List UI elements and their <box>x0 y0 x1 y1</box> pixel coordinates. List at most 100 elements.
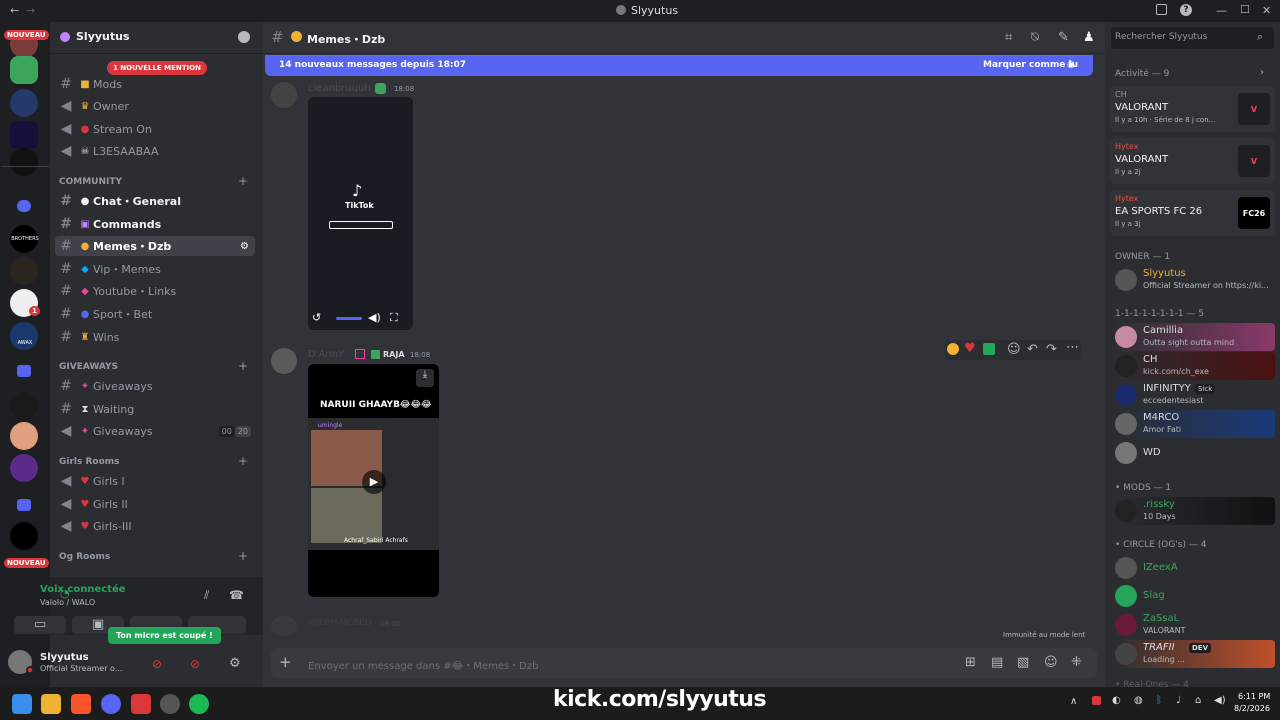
member-row[interactable]: TRAFII DEV Loading ... <box>1113 640 1275 668</box>
reaction-heart-icon[interactable]: ♥ <box>964 341 976 356</box>
channel-girls-iii[interactable]: ◀ ♥ Girls-III <box>55 516 255 536</box>
tray-chevron-up-icon[interactable]: ∧ <box>1070 696 1077 707</box>
gift-icon[interactable]: ⊞ <box>965 656 976 669</box>
threads-icon[interactable]: ⌗ <box>1005 31 1012 44</box>
message-avatar[interactable] <box>271 616 297 636</box>
member-row[interactable]: INFINITYY Sick eccedentesiast <box>1113 381 1275 409</box>
folder-icon[interactable] <box>17 200 31 212</box>
create-channel-icon[interactable]: + <box>238 549 248 563</box>
member-row[interactable]: CH kick.com/ch_exe <box>1113 352 1275 380</box>
channel-l3esaabaa[interactable]: ◀ ☠ L3ESAABAA <box>55 141 255 161</box>
server-icon[interactable] <box>10 454 38 482</box>
channel-stream-on[interactable]: ◀ ● Stream On <box>55 119 255 139</box>
channel-sport-bet[interactable]: # ● Sport・Bet <box>55 304 255 324</box>
apps-icon[interactable]: ⁜ <box>1071 656 1082 669</box>
folder-icon[interactable] <box>17 499 31 511</box>
headset-icon[interactable]: ◍ <box>1134 695 1143 706</box>
search-box[interactable]: Rechercher Slyyutus ⌕ <box>1111 27 1274 49</box>
back-arrow-icon[interactable]: ← <box>10 4 19 17</box>
server-icon[interactable] <box>10 257 38 285</box>
tray-app-icon[interactable] <box>1092 696 1101 705</box>
gear-icon[interactable]: ⚙ <box>240 241 249 252</box>
close-button[interactable]: ✕ <box>1262 4 1271 17</box>
member-row[interactable]: Slag <box>1113 582 1275 610</box>
channel-chat-general[interactable]: # ● Chat・General <box>55 191 255 211</box>
new-mention-pill[interactable]: 1 NOUVELLE MENTION <box>107 61 207 75</box>
reaction-laugh-icon[interactable] <box>947 343 959 355</box>
server-icon[interactable] <box>10 121 38 149</box>
channel-giveaways[interactable]: # ✦ Giveaways <box>55 376 255 396</box>
activity-card[interactable]: Hytex EA SPORTS FC 26 Il y a 3j FC26 <box>1110 190 1275 236</box>
help-icon[interactable]: ? <box>1180 4 1192 16</box>
channel-mods[interactable]: # ■ Mods <box>55 74 255 94</box>
mic-muted-icon[interactable]: ⊘ <box>152 657 162 671</box>
volume-icon[interactable]: ◀) <box>1214 695 1226 706</box>
member-row[interactable]: M4RCO Amor Fati <box>1113 410 1275 438</box>
spotify-icon[interactable] <box>189 694 209 714</box>
activity-card[interactable]: Hytex VALORANT Il y a 2j V <box>1110 138 1275 184</box>
folder-icon[interactable] <box>17 365 31 377</box>
play-icon[interactable]: ▶ <box>362 470 386 494</box>
clock-time[interactable]: 6:11 PM <box>1238 692 1270 701</box>
more-icon[interactable]: ⋯ <box>1066 341 1079 354</box>
create-channel-icon[interactable]: + <box>238 174 248 188</box>
channel-owner[interactable]: ◀ ♛ Owner <box>55 96 255 116</box>
attach-plus-icon[interactable]: + <box>279 653 292 671</box>
fullscreen-icon[interactable]: ⛶ <box>390 311 398 325</box>
minimize-button[interactable]: — <box>1216 4 1227 17</box>
reply-icon[interactable]: ↶ <box>1027 343 1038 356</box>
message-author[interactable]: cleanbruuuh <box>308 83 371 94</box>
notification-mute-icon[interactable]: ⍉ <box>1031 31 1039 44</box>
user-settings-gear-icon[interactable]: ⚙ <box>229 656 241 671</box>
channel-commands[interactable]: # ▣ Commands <box>55 214 255 234</box>
category-og-rooms[interactable]: Og Rooms <box>59 552 110 562</box>
create-channel-icon[interactable]: + <box>238 454 248 468</box>
tiktok-embed[interactable]: ♪ TikTok ↺ ◀) ⛶ <box>308 97 413 330</box>
category-community[interactable]: COMMUNITY <box>59 177 122 187</box>
channel-youtube-links[interactable]: # ◆ Youtube・Links <box>55 281 255 301</box>
channel-waiting[interactable]: # ⧗ Waiting <box>55 399 255 419</box>
noise-suppression-icon[interactable]: ⫽ <box>204 588 209 603</box>
channel-memes-dzb[interactable]: # ● Memes・Dzb ⚙ <box>55 236 255 256</box>
volume-icon[interactable]: ◀) <box>368 311 381 324</box>
member-row[interactable]: ZaSsaL VALORANT <box>1113 611 1275 639</box>
microphone-icon[interactable]: ♩ <box>1176 695 1181 706</box>
reaction-check-icon[interactable] <box>983 343 995 355</box>
create-channel-icon[interactable]: + <box>238 359 248 373</box>
download-icon[interactable]: ⤓ <box>416 369 434 387</box>
camera-button[interactable]: ▭ <box>14 616 66 634</box>
message-author[interactable]: D'AnnY <box>308 349 344 360</box>
mark-as-read-button[interactable]: Marquer comme lu <box>983 60 1078 70</box>
forward-icon[interactable]: ↷ <box>1046 343 1057 356</box>
chevron-right-icon[interactable]: › <box>1260 67 1264 78</box>
tray-app-icon[interactable]: ◐ <box>1112 695 1121 706</box>
message-input[interactable]: Envoyer un message dans #😂・Memes・Dzb <box>308 657 538 672</box>
file-explorer-icon[interactable] <box>41 694 61 714</box>
server-icon[interactable] <box>10 148 38 176</box>
app-icon[interactable] <box>131 694 151 714</box>
member-row[interactable]: Camillia Outta sight outta mind <box>1113 323 1275 351</box>
gif-icon[interactable]: ▤ <box>991 656 1003 669</box>
pin-icon[interactable]: ✎ <box>1058 31 1069 44</box>
disconnect-icon[interactable]: ☎ <box>229 588 244 602</box>
category-girls-rooms[interactable]: Girls Rooms <box>59 457 120 467</box>
bluetooth-icon[interactable]: ᛒ <box>1156 695 1162 706</box>
clock-date[interactable]: 8/2/2026 <box>1234 704 1270 713</box>
emoji-icon[interactable]: ☺ <box>1044 656 1058 669</box>
search-input[interactable]: Rechercher Slyyutus <box>1115 32 1207 42</box>
activity-header[interactable]: Activité — 9 <box>1115 69 1169 79</box>
message-avatar[interactable] <box>271 82 297 108</box>
member-list-icon[interactable]: ♟ <box>1083 31 1095 44</box>
brave-browser-icon[interactable] <box>71 694 91 714</box>
server-icon[interactable] <box>10 89 38 117</box>
server-icon[interactable] <box>10 392 38 420</box>
channel-girls-i[interactable]: ◀ ♥ Girls I <box>55 471 255 491</box>
member-row[interactable]: .rissky 10 Days <box>1113 497 1275 525</box>
server-icon[interactable] <box>10 422 38 450</box>
member-row[interactable]: WD <box>1113 439 1275 467</box>
channel-giveaways-voice[interactable]: ◀ ✦ Giveaways 00 20 <box>55 421 255 441</box>
invite-people-icon[interactable] <box>238 31 250 43</box>
voice-status[interactable]: Voix connectée <box>40 584 126 595</box>
replay-icon[interactable]: ↺ <box>312 311 321 324</box>
maximize-button[interactable]: ☐ <box>1240 3 1250 16</box>
